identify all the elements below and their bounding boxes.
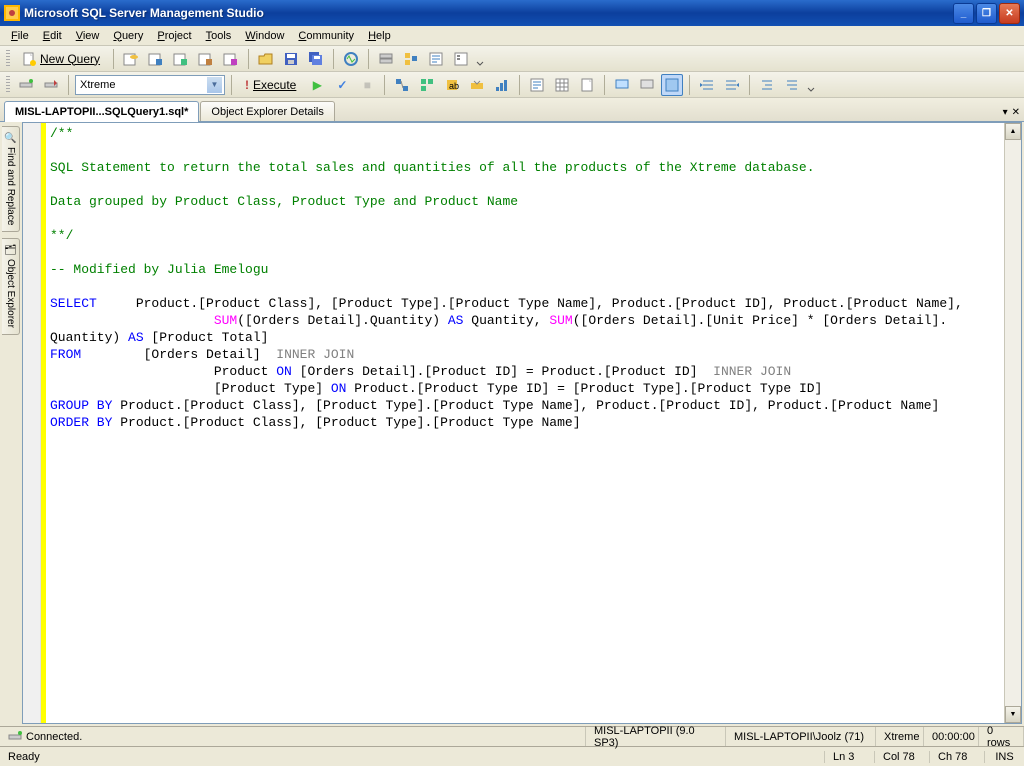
minimize-button[interactable]: _ (953, 3, 974, 24)
title-bar: Microsoft SQL Server Management Studio _… (0, 0, 1024, 26)
mdx-query-button[interactable] (170, 48, 192, 70)
include-plan-button[interactable] (466, 74, 488, 96)
menu-help[interactable]: Help (361, 28, 398, 44)
standard-toolbar: New Query (0, 46, 1024, 72)
query-options-button[interactable] (416, 74, 438, 96)
vertical-scrollbar[interactable]: ▲ ▼ (1004, 123, 1021, 723)
tree-icon: 🗂 (4, 245, 17, 256)
execute-button[interactable]: ! Execute (238, 74, 303, 96)
toolbar-grip[interactable] (6, 50, 10, 68)
execute-icon: ! (245, 78, 249, 92)
toolbar-grip[interactable] (6, 76, 10, 94)
status-line: Ln 3 (824, 751, 874, 763)
estimated-plan-button[interactable] (391, 74, 413, 96)
connect-button[interactable] (15, 74, 37, 96)
app-icon (4, 5, 20, 21)
xmla-query-button[interactable] (220, 48, 242, 70)
object-explorer-button[interactable] (400, 48, 422, 70)
database-combo[interactable]: Xtreme ▼ (75, 75, 225, 95)
close-tab-button[interactable]: ✕ (1012, 107, 1020, 118)
as-query-button[interactable] (145, 48, 167, 70)
new-query-icon (22, 52, 36, 66)
results-file-button[interactable] (576, 74, 598, 96)
scroll-down-icon[interactable]: ▼ (1005, 706, 1021, 723)
parse-button[interactable]: ✓ (331, 74, 353, 96)
object-explorer-panel-tab[interactable]: 🗂 Object Explorer (2, 238, 20, 335)
svg-text:ab: ab (449, 81, 459, 91)
restore-button[interactable]: ❐ (976, 3, 997, 24)
uncomment-button[interactable] (636, 74, 658, 96)
scroll-up-icon[interactable]: ▲ (1005, 123, 1021, 140)
engine-query-button[interactable] (120, 48, 142, 70)
close-button[interactable]: ✕ (999, 3, 1020, 24)
find-replace-panel-tab[interactable]: 🔍 Find and Replace (2, 126, 19, 232)
menu-view[interactable]: View (69, 28, 107, 44)
database-value: Xtreme (80, 79, 207, 91)
new-query-button[interactable]: New Query (15, 48, 107, 70)
left-sidebar-tabs: 🔍 Find and Replace 🗂 Object Explorer (0, 122, 22, 726)
server-panel: MISL-LAPTOPII (9.0 SP3) (586, 727, 726, 746)
menu-project[interactable]: Project (150, 28, 198, 44)
connect-icon (18, 77, 34, 93)
comment-button[interactable] (611, 74, 633, 96)
folder-open-icon (258, 51, 274, 67)
properties-button[interactable] (450, 48, 472, 70)
menu-tools[interactable]: Tools (199, 28, 239, 44)
document-tabs: MISL-LAPTOPII...SQLQuery1.sql* Object Ex… (0, 98, 1024, 122)
specify-values-button[interactable] (756, 74, 778, 96)
template-button[interactable] (781, 74, 803, 96)
menu-community[interactable]: Community (291, 28, 361, 44)
toolbar-overflow[interactable] (475, 48, 485, 70)
save-button[interactable] (280, 48, 302, 70)
code-editor[interactable]: /** SQL Statement to return the total sa… (22, 122, 1022, 724)
db-panel: Xtreme (876, 727, 924, 746)
decrease-indent-button[interactable] (696, 74, 718, 96)
debug-button[interactable]: ▶ (306, 74, 328, 96)
dmx-query-button[interactable] (195, 48, 217, 70)
active-files-dropdown-icon[interactable]: ▾ (1003, 107, 1008, 118)
status-col: Col 78 (874, 751, 929, 763)
toolbar-overflow[interactable] (806, 74, 816, 96)
status-ready: Ready (0, 751, 824, 763)
time-panel: 00:00:00 (924, 727, 979, 746)
analyze-button[interactable] (661, 74, 683, 96)
rows-panel: 0 rows (979, 727, 1024, 746)
open-button[interactable] (255, 48, 277, 70)
execute-label: Execute (253, 78, 296, 92)
search-icon: 🔍 (4, 133, 16, 144)
save-icon (283, 51, 299, 67)
activity-monitor-button[interactable] (340, 48, 362, 70)
include-stats-button[interactable] (491, 74, 513, 96)
tab-sqlquery1[interactable]: MISL-LAPTOPII...SQLQuery1.sql* (4, 101, 199, 122)
menu-window[interactable]: Window (238, 28, 291, 44)
results-grid-button[interactable] (551, 74, 573, 96)
increase-indent-button[interactable] (721, 74, 743, 96)
change-connection-button[interactable] (40, 74, 62, 96)
template-explorer-button[interactable] (425, 48, 447, 70)
regserver-button[interactable] (375, 48, 397, 70)
connection-status-panel: Connected. (0, 727, 586, 746)
user-panel: MISL-LAPTOPII\Joolz (71) (726, 727, 876, 746)
new-query-label: New Query (40, 52, 100, 66)
editor-margin (23, 123, 41, 723)
menu-bar: File Edit View Query Project Tools Windo… (0, 26, 1024, 46)
intellisense-button[interactable]: ab (441, 74, 463, 96)
results-text-button[interactable] (526, 74, 548, 96)
menu-edit[interactable]: Edit (36, 28, 69, 44)
menu-query[interactable]: Query (106, 28, 150, 44)
code-area[interactable]: /** SQL Statement to return the total sa… (46, 123, 1004, 723)
connected-icon (8, 730, 22, 744)
status-bar: Ready Ln 3 Col 78 Ch 78 INS (0, 746, 1024, 766)
tab-object-explorer-details[interactable]: Object Explorer Details (200, 101, 335, 121)
save-all-icon (308, 51, 324, 67)
window-title: Microsoft SQL Server Management Studio (24, 6, 951, 20)
connection-bar: Connected. MISL-LAPTOPII (9.0 SP3) MISL-… (0, 726, 1024, 746)
chevron-down-icon: ▼ (207, 77, 222, 93)
menu-file[interactable]: File (4, 28, 36, 44)
status-ins: INS (984, 751, 1024, 763)
save-all-button[interactable] (305, 48, 327, 70)
status-ch: Ch 78 (929, 751, 984, 763)
sql-editor-toolbar: Xtreme ▼ ! Execute ▶ ✓ ■ ab (0, 72, 1024, 98)
cancel-query-button[interactable]: ■ (356, 74, 378, 96)
